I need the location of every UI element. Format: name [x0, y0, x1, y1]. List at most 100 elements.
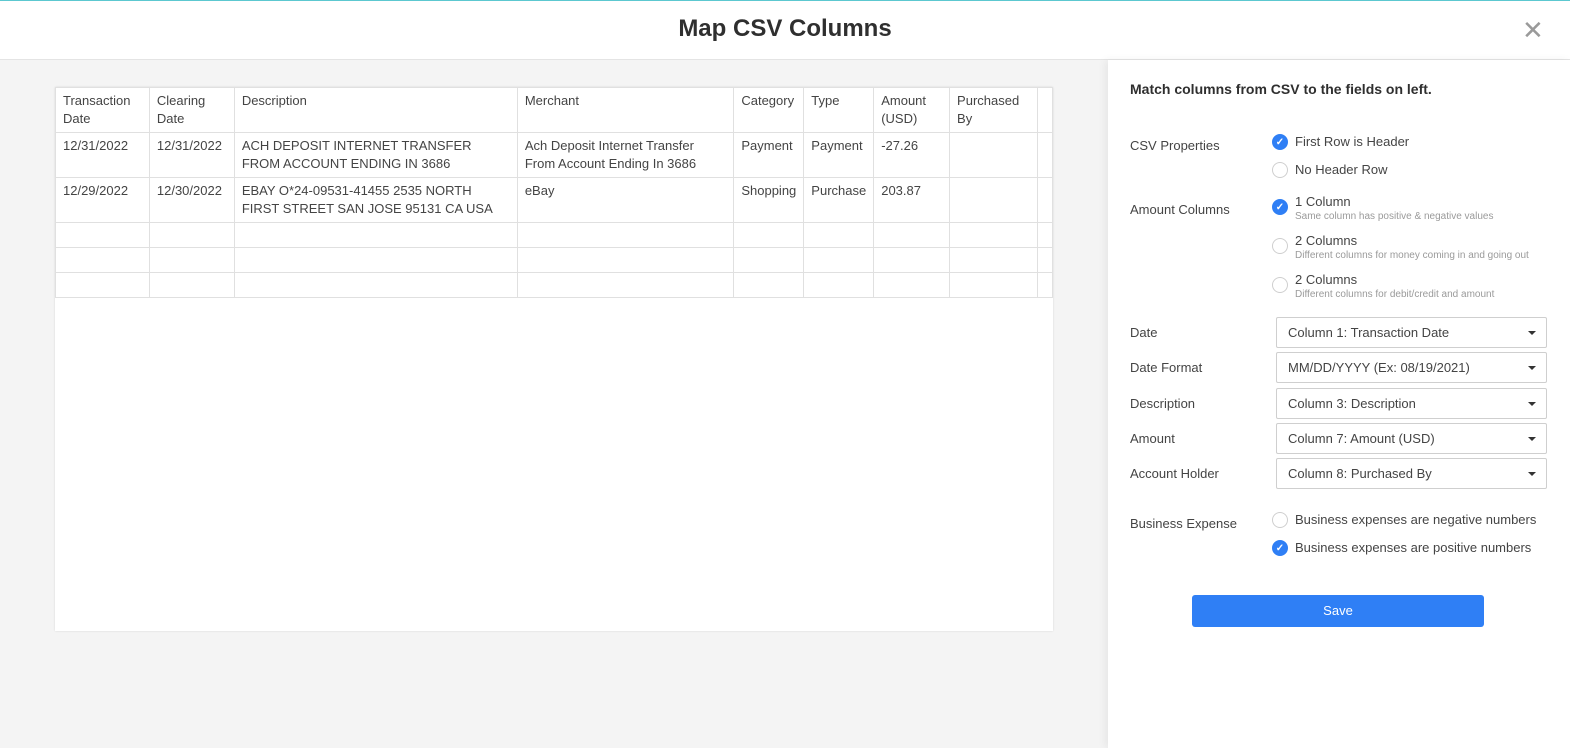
table-cell — [516, 272, 735, 298]
caret-down-icon — [1528, 331, 1536, 335]
option-label: No Header Row — [1295, 162, 1388, 177]
radio-expenses-negative[interactable]: Business expenses are negative numbers — [1272, 512, 1536, 528]
table-cell: 12/29/2022 — [55, 177, 150, 223]
table-cell — [516, 222, 735, 248]
table-row — [55, 247, 1054, 273]
field-select[interactable]: MM/DD/YYYY (Ex: 08/19/2021) — [1276, 352, 1547, 383]
radio-first-row-header[interactable]: ✓ First Row is Header — [1272, 134, 1409, 150]
table-cell: Payment — [733, 132, 805, 178]
business-expense-label: Business Expense — [1130, 516, 1237, 531]
panel-heading: Match columns from CSV to the fields on … — [1130, 81, 1432, 97]
table-cell — [873, 272, 951, 298]
select-value: Column 1: Transaction Date — [1288, 325, 1450, 340]
column-header: Merchant — [516, 87, 735, 133]
caret-down-icon — [1528, 472, 1536, 476]
field-select[interactable]: Column 3: Description — [1276, 388, 1547, 419]
radio-2-columns-in-out[interactable]: 2 Columns Different columns for money com… — [1272, 233, 1529, 261]
option-label: Business expenses are negative numbers — [1295, 512, 1537, 527]
table-cell — [803, 222, 875, 248]
column-header: Type — [803, 87, 875, 133]
table-cell — [873, 247, 951, 273]
csv-preview-card: Transaction Date Clearing Date Description… — [55, 87, 1054, 631]
option-label: 2 Columns — [1295, 272, 1358, 287]
check-icon: ✓ — [1272, 199, 1288, 215]
caret-down-icon — [1528, 366, 1536, 370]
table-cell — [148, 272, 235, 298]
table-cell — [1036, 272, 1054, 298]
table-cell — [1036, 177, 1054, 223]
select-value: Column 3: Description — [1288, 396, 1416, 411]
check-icon: ✓ — [1272, 540, 1288, 556]
radio-no-header-row[interactable]: No Header Row — [1272, 162, 1388, 178]
column-header: Amount (USD) — [873, 87, 951, 133]
table-cell: ACH DEPOSIT INTERNET TRANSFER FROM ACCOU… — [233, 132, 518, 178]
column-header — [1036, 87, 1054, 133]
table-cell: 12/31/2022 — [55, 132, 150, 178]
close-icon[interactable]: ✕ — [1522, 15, 1544, 45]
column-header: Purchased By — [949, 87, 1038, 133]
select-value: Column 8: Purchased By — [1288, 466, 1432, 481]
table-cell — [949, 247, 1038, 273]
radio-expenses-positive[interactable]: ✓ Business expenses are positive numbers — [1272, 540, 1531, 556]
table-cell — [733, 247, 805, 273]
table-cell — [1036, 247, 1054, 273]
table-cell — [148, 222, 235, 248]
radio-2-columns-debit-credit[interactable]: 2 Columns Different columns for debit/cre… — [1272, 272, 1494, 300]
option-label: Business expenses are positive numbers — [1295, 540, 1532, 555]
table-cell: 12/31/2022 — [148, 132, 235, 178]
table-header-row: Transaction Date Clearing Date Description… — [55, 87, 1054, 133]
column-header: Description — [233, 87, 518, 133]
radio-empty-icon — [1272, 277, 1288, 293]
table-cell — [949, 132, 1038, 178]
table-cell: Purchase — [803, 177, 875, 223]
option-sub: Different columns for debit/credit and a… — [1295, 289, 1495, 300]
table-cell: Ach Deposit Internet Transfer From Accou… — [516, 132, 735, 178]
table-cell — [55, 247, 150, 273]
select-value: MM/DD/YYYY (Ex: 08/19/2021) — [1288, 360, 1470, 375]
radio-1-column[interactable]: ✓ 1 Column Same column has positive & nega… — [1272, 194, 1493, 222]
field-select[interactable]: Column 8: Purchased By — [1276, 458, 1547, 489]
option-label: First Row is Header — [1295, 134, 1410, 149]
table-cell — [516, 247, 735, 273]
table-cell — [55, 272, 150, 298]
table-cell — [233, 247, 518, 273]
field-select[interactable]: Column 1: Transaction Date — [1276, 317, 1547, 348]
field-label: Amount — [1130, 431, 1175, 446]
caret-down-icon — [1528, 437, 1536, 441]
field-select[interactable]: Column 7: Amount (USD) — [1276, 423, 1547, 454]
check-icon: ✓ — [1272, 134, 1288, 150]
table-cell: Shopping — [733, 177, 805, 223]
table-cell: 203.87 — [873, 177, 951, 223]
table-row — [55, 272, 1054, 298]
table-cell — [55, 222, 150, 248]
field-label: Description — [1130, 396, 1196, 411]
option-label: 2 Columns — [1295, 233, 1358, 248]
modal-header: Map CSV Columns ✕ — [0, 1, 1570, 60]
table-row — [55, 222, 1054, 248]
table-cell: -27.26 — [873, 132, 951, 178]
table-cell — [803, 272, 875, 298]
table-cell — [733, 272, 805, 298]
csv-preview-table: Transaction Date Clearing Date Description… — [55, 87, 1054, 298]
table-cell — [949, 177, 1038, 223]
table-cell — [233, 222, 518, 248]
caret-down-icon — [1528, 402, 1536, 406]
column-header: Clearing Date — [148, 87, 235, 133]
table-cell — [873, 222, 951, 248]
save-button[interactable]: Save — [1192, 595, 1484, 627]
table-cell: EBAY O*24-09531-41455 2535 NORTH FIRST S… — [233, 177, 518, 223]
field-label: Date — [1130, 325, 1158, 340]
column-header: Transaction Date — [55, 87, 150, 133]
radio-empty-icon — [1272, 238, 1288, 254]
mapping-panel: Match columns from CSV to the fields on … — [1108, 60, 1570, 748]
field-label: Date Format — [1130, 360, 1203, 375]
table-cell — [1036, 222, 1054, 248]
table-cell — [148, 247, 235, 273]
table-cell: 12/30/2022 — [148, 177, 235, 223]
table-cell: Payment — [803, 132, 875, 178]
table-row: 12/31/2022 12/31/2022 ACH DEPOSIT INTERNET… — [55, 132, 1054, 178]
table-cell — [733, 222, 805, 248]
column-header: Category — [733, 87, 805, 133]
table-cell — [1036, 132, 1054, 178]
field-label: Account Holder — [1130, 466, 1219, 481]
